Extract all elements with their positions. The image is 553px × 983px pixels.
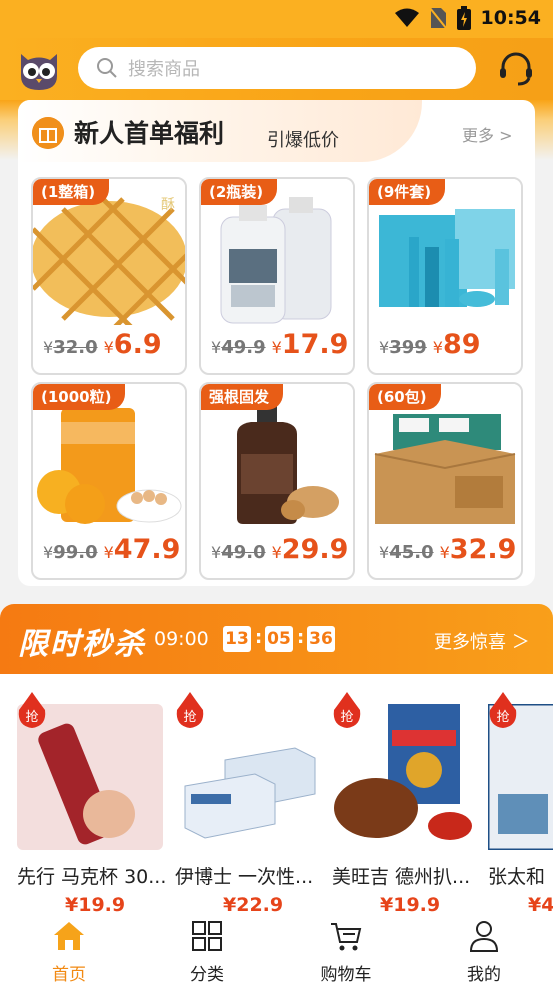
search-bar[interactable]: 搜索商品: [78, 47, 476, 89]
price-row: ¥45.0 ¥32.9: [379, 534, 517, 565]
flame-badge-icon: 抢: [333, 692, 361, 728]
product-card[interactable]: (9件套) ¥399 ¥89: [367, 177, 523, 375]
flame-badge-label: 抢: [183, 709, 196, 725]
new-price: 47.9: [113, 534, 181, 565]
gift-icon: [32, 117, 64, 149]
flame-badge-label: 抢: [25, 709, 38, 725]
price-row: ¥99.0 ¥47.9: [43, 534, 181, 565]
new-price: 29.9: [281, 534, 349, 565]
tab-label: 购物车: [320, 965, 372, 983]
product-card[interactable]: (1整箱) 酥 ¥32.0 ¥6.9: [31, 177, 187, 375]
flame-badge-icon: 抢: [18, 692, 46, 728]
tab-label: 首页: [52, 965, 86, 983]
product-tag: 强根固发: [201, 384, 284, 410]
product-card[interactable]: 强根固发 ¥49.0 ¥29.9: [199, 382, 355, 580]
status-time: 10:54: [480, 7, 541, 29]
product-card[interactable]: (60包) ¥45.0 ¥32.9: [367, 382, 523, 580]
flash-sale-section: 限时秒杀 09:00 13 : 05 : 36 更多惊喜 ＞ 抢 先行 马克杯 …: [0, 604, 553, 914]
old-price: 32.0: [53, 337, 98, 358]
old-price: 45.0: [389, 542, 434, 563]
flame-badge-label: 抢: [496, 709, 509, 725]
product-price: ¥19.9: [380, 894, 441, 914]
new-price: 6.9: [113, 329, 162, 360]
countdown-hours: 13: [223, 626, 251, 652]
newcomer-subtitle: 引爆低价: [267, 130, 339, 151]
newcomer-more-link[interactable]: 更多 >: [462, 122, 513, 146]
tab-home[interactable]: 首页: [29, 920, 109, 983]
product-name: 张太和: [488, 866, 546, 888]
header: 搜索商品: [0, 38, 553, 100]
tab-profile[interactable]: 我的: [444, 920, 524, 983]
tab-label: 我的: [467, 965, 501, 983]
flame-badge-label: 抢: [340, 709, 353, 725]
product-card[interactable]: (1000粒) ¥99.0 ¥47.9: [31, 382, 187, 580]
svg-text:酥: 酥: [161, 197, 175, 213]
product-name: 美旺吉 德州扒...: [332, 866, 471, 888]
flash-sale-header: 限时秒杀 09:00 13 : 05 : 36 更多惊喜 ＞: [0, 604, 553, 674]
new-price: 32.9: [449, 534, 517, 565]
product-card[interactable]: (2瓶装) ¥49.9 ¥17.9: [199, 177, 355, 375]
bottom-tab-bar: 首页 分类 购物车 我的: [0, 912, 553, 983]
old-price: 399: [389, 337, 427, 358]
flash-sale-title: 限时秒杀: [18, 627, 146, 662]
new-price: 89: [442, 329, 481, 360]
user-icon: [469, 921, 499, 952]
product-price: ¥4: [528, 894, 553, 914]
wifi-icon: [394, 8, 419, 27]
tab-category[interactable]: 分类: [167, 920, 247, 983]
owl-logo-icon[interactable]: [16, 46, 62, 92]
cart-icon: [331, 923, 362, 951]
product-tag: (9件套): [369, 179, 446, 205]
countdown-seconds: 36: [307, 626, 335, 652]
price-row: ¥399 ¥89: [379, 329, 481, 360]
grid-icon: [192, 921, 222, 951]
flash-sale-session: 09:00: [154, 628, 209, 650]
price-row: ¥49.0 ¥29.9: [211, 534, 349, 565]
product-name: 伊博士 一次性...: [175, 866, 314, 888]
search-placeholder: 搜索商品: [128, 59, 200, 80]
home-icon: [54, 922, 84, 950]
flame-badge-icon: 抢: [489, 692, 517, 728]
old-price: 49.0: [221, 542, 266, 563]
countdown-minutes: 05: [265, 626, 293, 652]
product-price: ¥19.9: [65, 894, 126, 914]
customer-service-icon[interactable]: [496, 49, 536, 89]
product-tag: (2瓶装): [201, 179, 278, 205]
tab-cart[interactable]: 购物车: [306, 920, 386, 983]
product-name: 先行 马克杯 30...: [17, 866, 167, 888]
new-price: 17.9: [281, 329, 349, 360]
product-tag: (1整箱): [33, 179, 110, 205]
flash-sale-more-link[interactable]: 更多惊喜 ＞: [434, 628, 530, 654]
newcomer-panel: 新人首单福利 引爆低价 更多 > (1整箱) 酥 ¥32.0 ¥6.9 (2瓶装…: [18, 100, 535, 586]
price-row: ¥32.0 ¥6.9: [43, 329, 162, 360]
old-price: 99.0: [53, 542, 98, 563]
search-icon: [97, 58, 117, 78]
no-sim-icon: [428, 7, 447, 29]
old-price: 49.9: [221, 337, 266, 358]
product-tag: (1000粒): [33, 384, 126, 410]
battery-icon: [456, 6, 471, 30]
newcomer-title: 新人首单福利: [74, 119, 225, 148]
tab-label: 分类: [190, 965, 224, 983]
price-row: ¥49.9 ¥17.9: [211, 329, 349, 360]
flame-badge-icon: 抢: [176, 692, 204, 728]
product-tag: (60包): [369, 384, 441, 410]
status-bar: 10:54: [0, 0, 553, 38]
product-price: ¥22.9: [223, 894, 284, 914]
